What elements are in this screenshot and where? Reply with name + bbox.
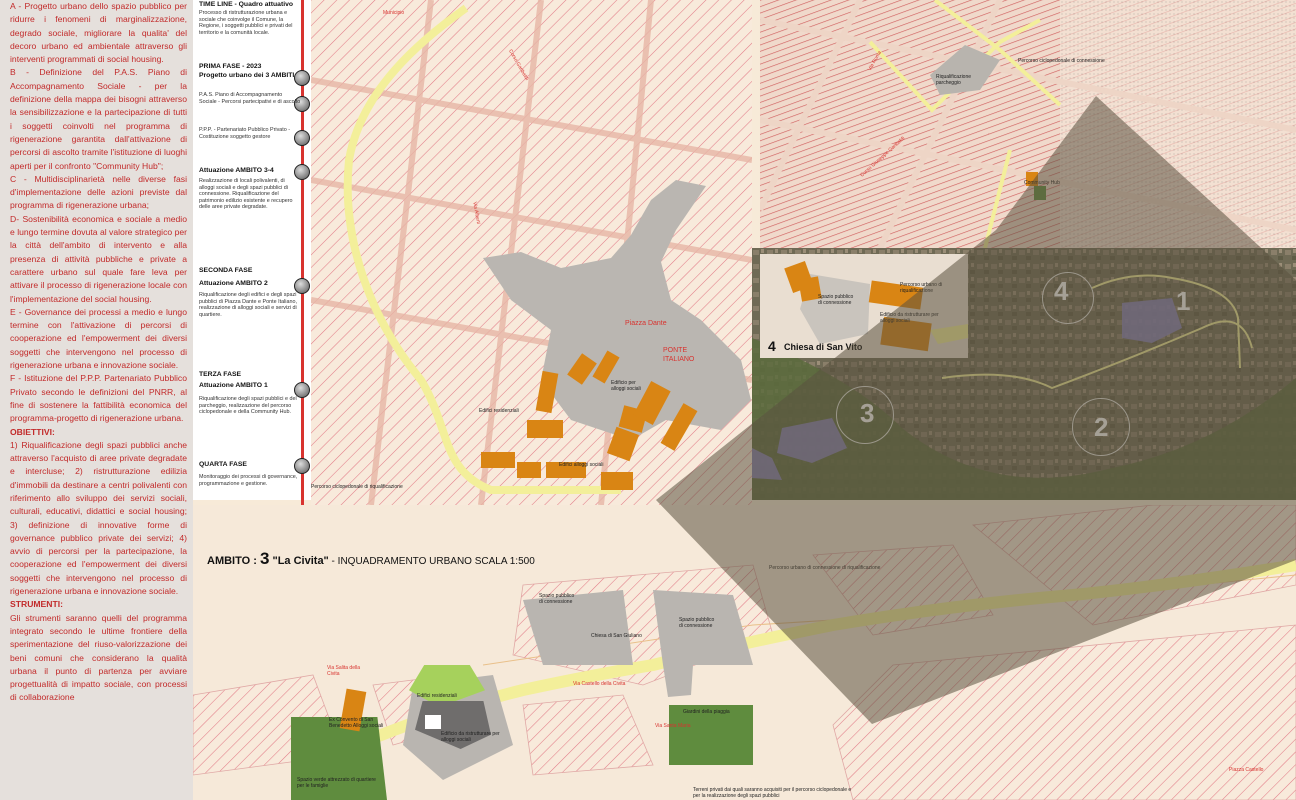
ambito-number-4: 4 [1054, 276, 1069, 306]
label-edifici-residenziali: Edifici residenziali [479, 408, 519, 414]
label-piazza-castello: Piazza Castello [1229, 767, 1264, 773]
community-hub-green [1034, 186, 1046, 200]
phase-3-body: P.P.P. - Partenariato Pubblico Privato -… [199, 127, 291, 140]
label-edifici-res: Edifici residenziali [417, 693, 457, 699]
chiesa-number: 4 [768, 338, 776, 354]
label-via-2: Via Castello della Civita [573, 681, 626, 687]
phase-4-body: Realizzazione di locali polivalenti, di … [199, 178, 293, 211]
ambito-number-3: 3 [860, 398, 875, 428]
objective-paragraph: B - Definizione del P.A.S. Piano di Acco… [10, 67, 187, 171]
label-connessione: Percorso ciclopedonale di connessione [1018, 58, 1105, 64]
label-percorso-1: Percorso ciclopedonale di riqualificazio… [311, 484, 403, 490]
phase-1-title: PRIMA FASE - 2023 [199, 63, 262, 70]
label-piazza-dante: Piazza Dante [625, 320, 667, 327]
phase-6-subtitle: Attuazione AMBITO 1 [199, 382, 268, 389]
phase-4-title: Attuazione AMBITO 3-4 [199, 167, 274, 174]
label-parcheggio: Riqualificazione parcheggio [936, 74, 972, 86]
section-heading: OBIETTIVI: [10, 426, 55, 437]
phase-5-subtitle: Attuazione AMBITO 2 [199, 280, 268, 287]
phase-5-body: Riqualificazione degli edifici e degli s… [199, 292, 297, 318]
phase-7-body: Monitoraggio dei processi di governance,… [199, 474, 298, 487]
objective-paragraph: 1) Riqualificazione degli spazi pubblici… [10, 439, 187, 597]
objective-paragraph: F - Istituzione del P.P.P. Partenariato … [10, 373, 187, 424]
building-block [527, 420, 563, 438]
objective-paragraph: C - Multidisciplinarietà nelle diverse f… [10, 173, 187, 211]
ambito-name: "La Civita" [269, 555, 329, 567]
phase-2-body: P.A.S. Piano di Accompagnamento Sociale … [199, 92, 301, 105]
label-edificio-sociale: Edificio per alloggi sociali [611, 380, 641, 392]
timeline-intro: Processo di ristrutturazione urbana e so… [199, 10, 293, 36]
map-piazza-dante: Piazza Dante PONTE ITALIANO Municipio Co… [311, 0, 752, 505]
ambito-title: AMBITO : 3 "La Civita" - INQUADRAMENTO U… [207, 549, 535, 569]
ambito-number-2: 2 [1094, 412, 1109, 442]
label-spazio-verde: Spazio verde attrezzato di quartiere per… [297, 777, 376, 789]
courtyard [425, 715, 441, 729]
label-spazio-pubblico: Spazio pubblico di connessione [818, 294, 854, 306]
label-note: Terreni privati dai quali saranno acquis… [693, 787, 852, 799]
label-community-hub: Community Hub [1024, 180, 1060, 186]
label-percorso-urbano-bottom: Percorso urbano di connessione di riqual… [769, 565, 881, 571]
label-spazio-2: Spazio pubblico di connessione [679, 617, 715, 629]
timeline-panel: TIME LINE - Quadro attuativo Processo di… [193, 0, 311, 800]
phase-1-subtitle: Progetto urbano dei 3 AMBITI [199, 72, 295, 79]
objective-paragraph: D- Sostenibilità economica e sociale a m… [10, 213, 187, 304]
label-ex-convento: Ex Convento di San Benedetto Alloggi soc… [329, 717, 384, 729]
label-via-1: Via Salita della Civita [327, 665, 360, 677]
phase-5-title: SECONDA FASE [199, 267, 253, 274]
objective-paragraph: A - Progetto urbano dello spazio pubblic… [10, 1, 187, 65]
map-top-right: Riqualificazione parcheggio Percorso cic… [760, 0, 1296, 248]
label-spazio-1: Spazio pubblico di connessione [539, 593, 575, 605]
label-edifici-alloggi: Edifici alloggi sociali [559, 462, 604, 468]
label-giardini: Giardini della piaggia [683, 709, 730, 715]
label-edificio-ristrutturare: Edificio da ristrutturare per alloggi so… [880, 312, 939, 324]
section-heading: STRUMENTI: [10, 599, 63, 610]
ambito-number-1: 1 [1176, 286, 1191, 316]
building-block [601, 472, 633, 490]
label-edificio-ristr: Edificio da ristrutturare per alloggi so… [441, 731, 500, 743]
inset-chiesa-san-vito: Spazio pubblico di connessione Edificio … [760, 254, 968, 358]
label-chiesa-giuliano: Chiesa di San Giuliano [591, 633, 642, 639]
time-line-title: TIME LINE - Quadro attuativo [199, 1, 294, 8]
label-ponte-italiano: PONTE ITALIANO [663, 347, 695, 363]
building-block [517, 462, 541, 478]
label-percorso-urbano: Percorso urbano di riqualificazione [900, 282, 943, 294]
phase-6-body: Riqualificazione degli spazi pubblici e … [199, 396, 297, 416]
building-block [481, 452, 515, 468]
phase-7-title: QUARTA FASE [199, 461, 247, 468]
objective-paragraph: E - Governance dei processi a medio e lu… [10, 306, 187, 371]
objectives-text-panel: A - Progetto urbano dello spazio pubblic… [0, 0, 193, 800]
chiesa-label: Chiesa di San Vito [784, 342, 863, 352]
ambito-prefix: AMBITO : [207, 555, 260, 567]
label-via-3: Via Santa Maria [655, 723, 691, 729]
phase-6-title: TERZA FASE [199, 371, 242, 378]
ambito-suffix: - INQUADRAMENTO URBANO SCALA 1:500 [328, 556, 535, 567]
map-la-civita: AMBITO : 3 "La Civita" - INQUADRAMENTO U… [193, 505, 1296, 800]
label-municipio: Municipio [383, 10, 405, 16]
objective-paragraph: Gli strumenti saranno quelli del program… [10, 612, 187, 703]
